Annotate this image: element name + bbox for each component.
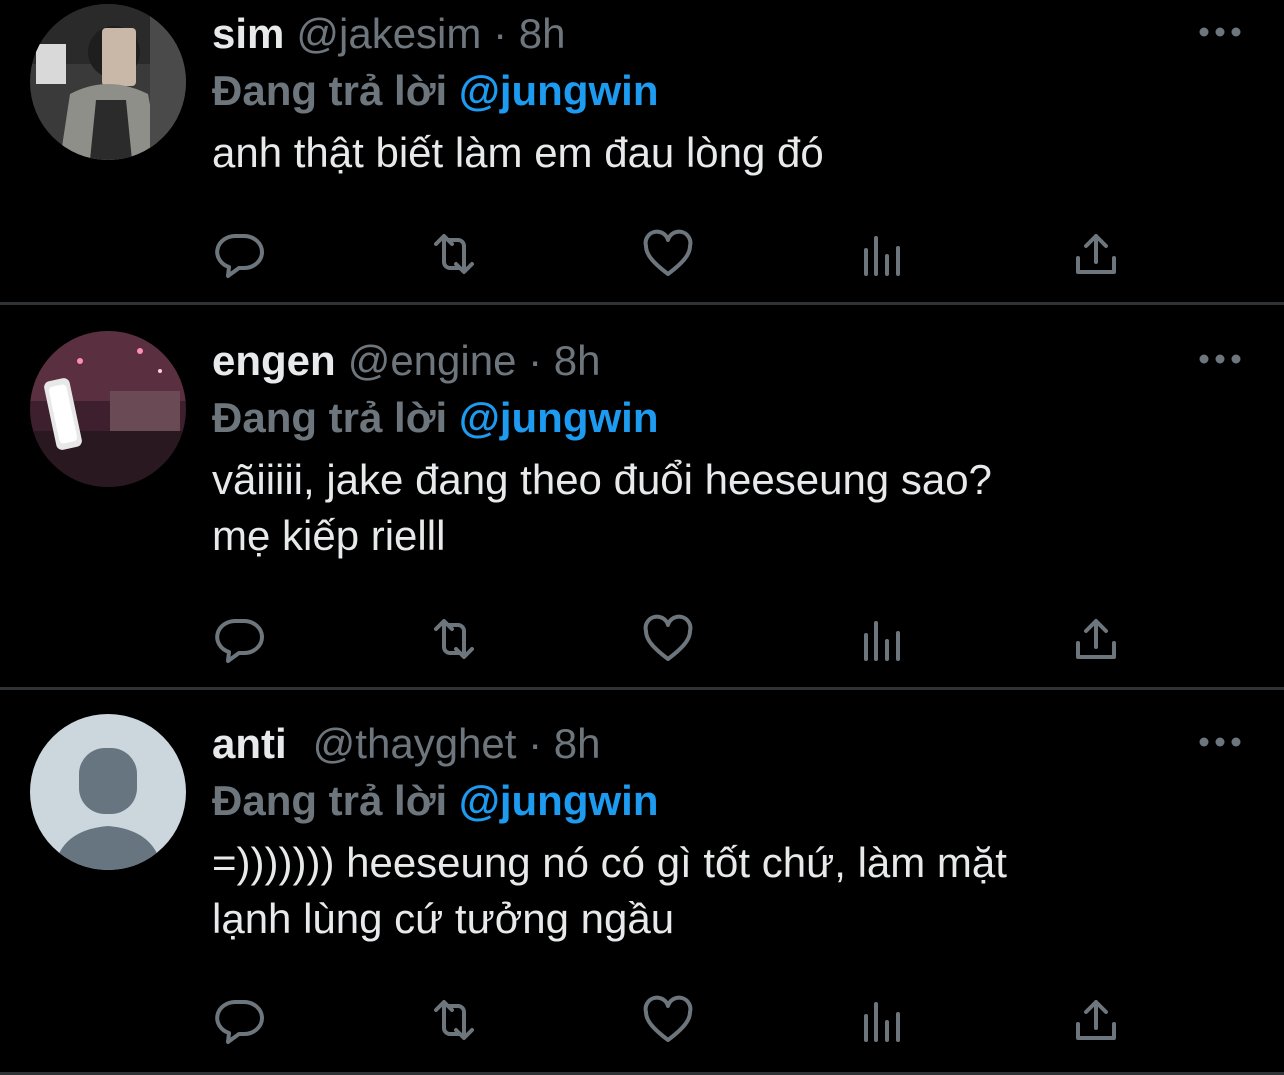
- share-icon[interactable]: [1068, 992, 1124, 1048]
- default-avatar-icon: [30, 714, 186, 870]
- reply-icon[interactable]: [212, 992, 268, 1048]
- analytics-icon[interactable]: [854, 992, 910, 1048]
- tweet-header: engen @engine · 8h: [212, 333, 1244, 389]
- reply-context: Đang trả lời @jungwin: [212, 773, 1244, 829]
- timestamp[interactable]: 8h: [519, 10, 566, 57]
- display-name[interactable]: anti: [212, 720, 287, 767]
- retweet-icon[interactable]: [426, 611, 482, 667]
- display-name[interactable]: engen: [212, 337, 336, 384]
- retweet-icon[interactable]: [426, 992, 482, 1048]
- user-handle[interactable]: @thayghet: [313, 720, 517, 767]
- like-icon[interactable]: [640, 992, 696, 1048]
- analytics-icon[interactable]: [854, 611, 910, 667]
- tweet-header: sim @jakesim · 8h: [212, 6, 1244, 62]
- share-icon[interactable]: [1068, 611, 1124, 667]
- reply-context: Đang trả lời @jungwin: [212, 63, 1244, 119]
- share-icon[interactable]: [1068, 226, 1124, 282]
- reply-prefix: Đang trả lời: [212, 394, 448, 441]
- separator-dot: ·: [528, 720, 543, 767]
- like-icon[interactable]: [640, 611, 696, 667]
- tweet-actions: [212, 611, 1132, 667]
- separator-dot: ·: [528, 337, 543, 384]
- timestamp[interactable]: 8h: [554, 337, 601, 384]
- tweet-text: =))))))) heeseung nó có gì tốt chứ, làm …: [212, 839, 1007, 942]
- mention-link[interactable]: @jungwin: [459, 67, 659, 114]
- reply-prefix: Đang trả lời: [212, 777, 448, 824]
- avatar[interactable]: [30, 4, 186, 160]
- more-options-icon[interactable]: [1196, 732, 1244, 752]
- mention-link[interactable]: @jungwin: [459, 777, 659, 824]
- timestamp[interactable]: 8h: [554, 720, 601, 767]
- tweet[interactable]: sim @jakesim · 8h Đang trả lời @jungwin a…: [0, 0, 1284, 305]
- analytics-icon[interactable]: [854, 226, 910, 282]
- tweet[interactable]: engen @engine · 8h Đang trả lời @jungwin …: [0, 305, 1284, 690]
- avatar-photo: [30, 4, 186, 160]
- tweet-text: anh thật biết làm em đau lòng đó: [212, 129, 824, 176]
- user-handle[interactable]: @engine: [348, 337, 517, 384]
- like-icon[interactable]: [640, 226, 696, 282]
- tweet[interactable]: anti @thayghet · 8h Đang trả lời @jungwin…: [0, 690, 1284, 1075]
- more-options-icon[interactable]: [1196, 349, 1244, 369]
- tweet-actions: [212, 226, 1132, 282]
- avatar-photo: [30, 331, 186, 487]
- user-handle[interactable]: @jakesim: [296, 10, 481, 57]
- reply-icon[interactable]: [212, 226, 268, 282]
- separator-dot: ·: [493, 10, 508, 57]
- reply-icon[interactable]: [212, 611, 268, 667]
- avatar[interactable]: [30, 331, 186, 487]
- tweet-actions: [212, 992, 1132, 1048]
- display-name[interactable]: sim: [212, 10, 284, 57]
- tweet-text: vãiiiii, jake đang theo đuổi heeseung sa…: [212, 456, 992, 559]
- avatar[interactable]: [30, 714, 186, 870]
- mention-link[interactable]: @jungwin: [459, 394, 659, 441]
- tweet-header: anti @thayghet · 8h: [212, 716, 1244, 772]
- reply-prefix: Đang trả lời: [212, 67, 448, 114]
- retweet-icon[interactable]: [426, 226, 482, 282]
- reply-context: Đang trả lời @jungwin: [212, 390, 1244, 446]
- more-options-icon[interactable]: [1196, 22, 1244, 42]
